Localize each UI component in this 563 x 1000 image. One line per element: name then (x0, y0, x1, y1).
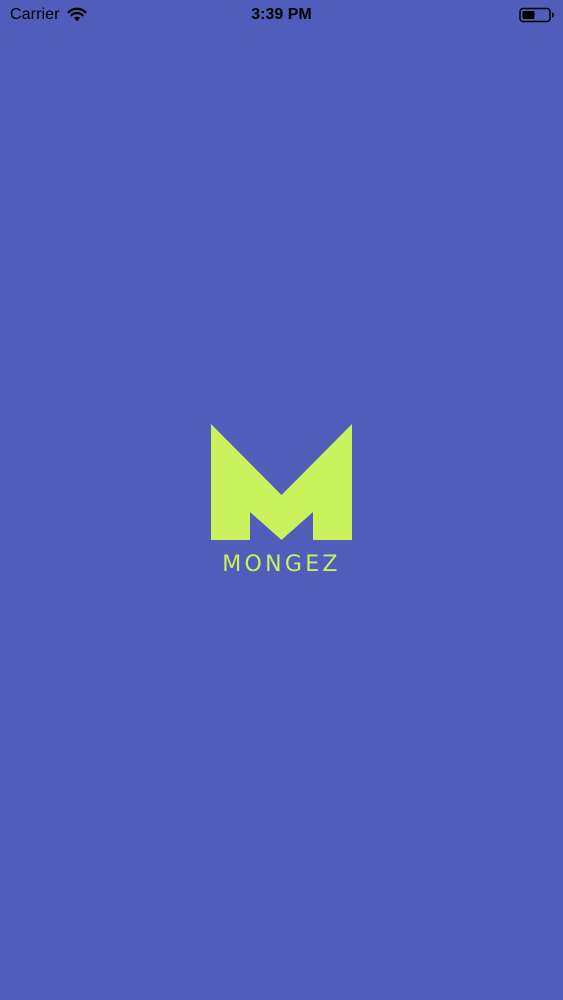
mongez-logo-icon (211, 424, 352, 540)
status-bar: Carrier 3:39 PM (0, 0, 563, 30)
mongez-logo: MONGEZ (211, 424, 352, 580)
status-time: 3:39 PM (251, 6, 312, 23)
brand-name: MONGEZ (222, 552, 341, 577)
battery-icon (519, 7, 554, 23)
